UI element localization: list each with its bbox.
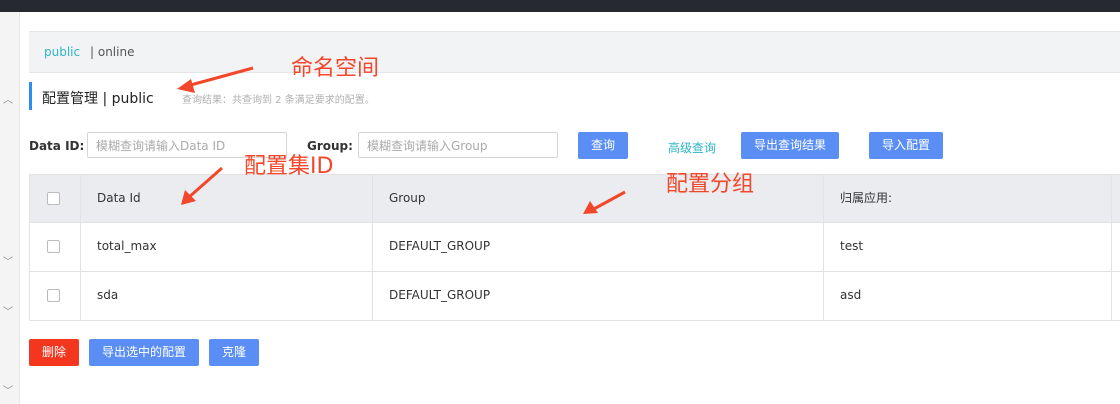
arrow-to-group-column <box>583 190 626 214</box>
annotation-arrows <box>177 66 626 214</box>
arrow-to-namespace <box>177 66 254 93</box>
arrow-to-data-id-column <box>181 166 223 205</box>
